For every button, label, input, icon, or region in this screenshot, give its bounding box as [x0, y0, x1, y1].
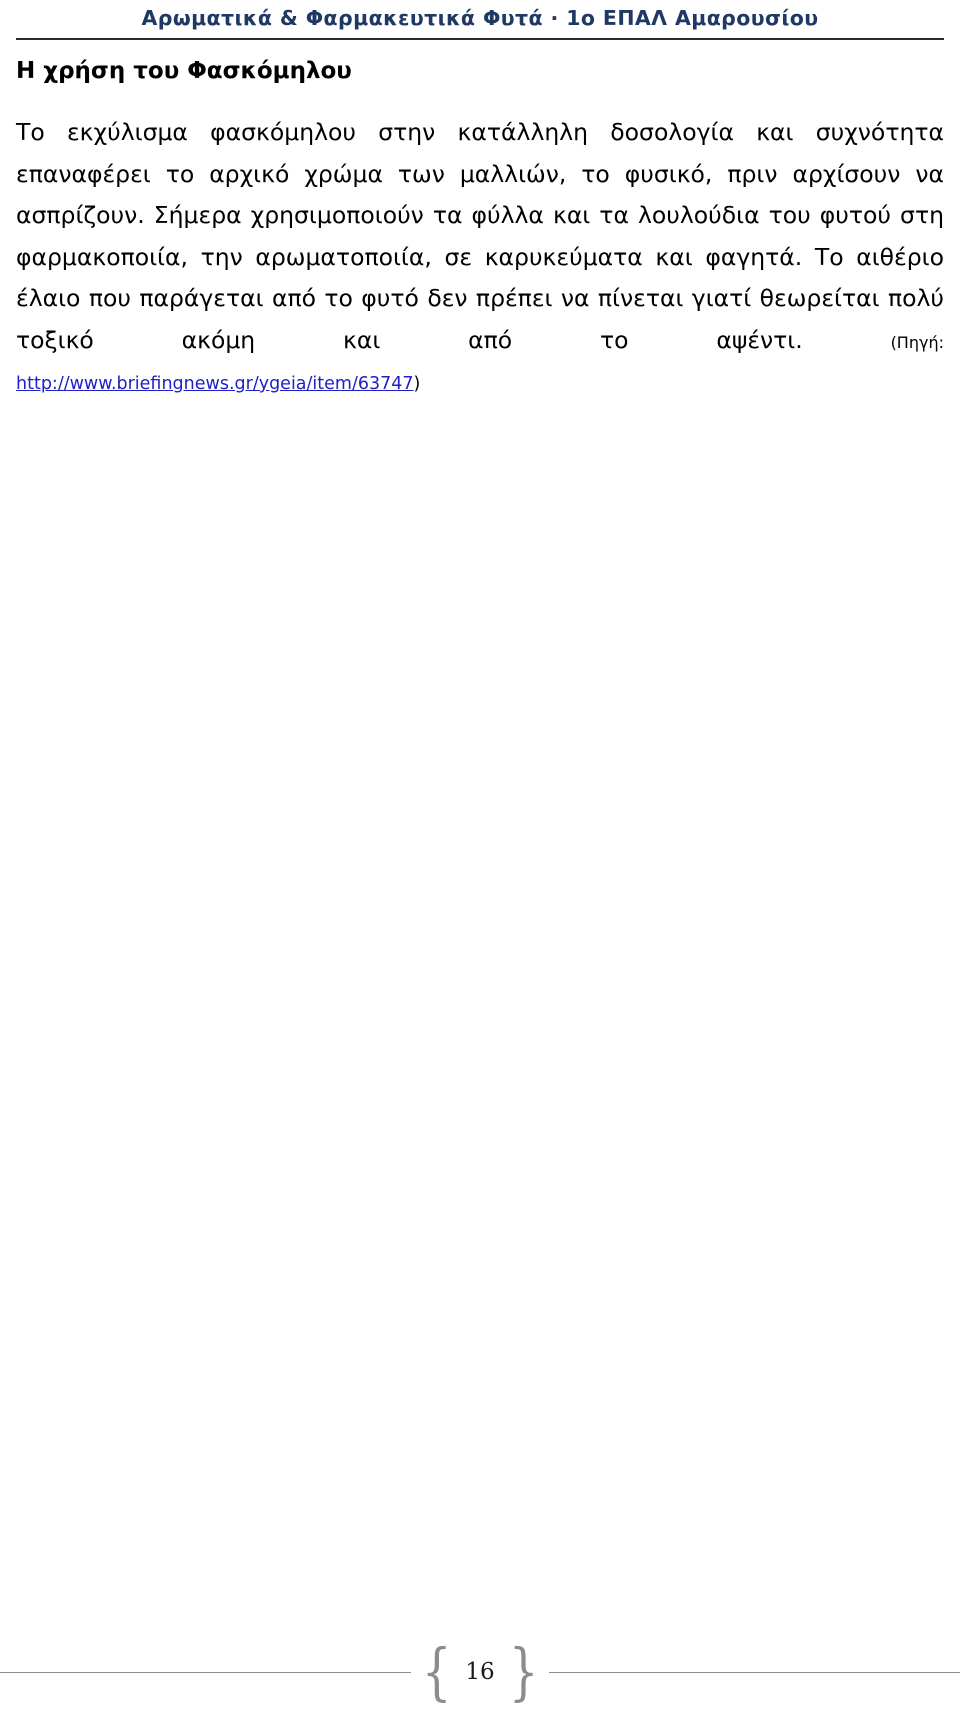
paragraph-text: Το εκχύλισμα φασκόμηλου στην κατάλληλη δ…: [16, 118, 944, 354]
body-paragraph: Το εκχύλισμα φασκόμηλου στην κατάλληλη δ…: [16, 112, 944, 363]
document-page: Αρωματικά & Φαρμακευτικά Φυτά · 1ο ΕΠΑΛ …: [0, 0, 960, 1735]
footer-rule-right: [549, 1671, 960, 1673]
header-divider-rule: [16, 38, 944, 40]
brace-close-glyph: }: [508, 1634, 539, 1708]
section-title: Η χρήση του Φασκόμηλου: [16, 58, 352, 84]
source-label: (Πηγή:: [890, 332, 944, 352]
page-number: 16: [465, 1659, 495, 1685]
running-header-title: Αρωματικά & Φαρμακευτικά Φυτά · 1ο ΕΠΑΛ …: [141, 6, 819, 30]
page-footer: { 16 }: [0, 1639, 960, 1705]
brace-open-glyph: {: [421, 1634, 452, 1708]
source-line: http://www.briefingnews.gr/ygeia/item/63…: [16, 367, 944, 401]
page-content: Η χρήση του Φασκόμηλου Το εκχύλισμα φασκ…: [16, 56, 944, 401]
running-header: Αρωματικά & Φαρμακευτικά Φυτά · 1ο ΕΠΑΛ …: [0, 6, 960, 30]
source-url-link[interactable]: http://www.briefingnews.gr/ygeia/item/63…: [16, 374, 414, 394]
page-number-group: { 16 }: [411, 1634, 550, 1708]
footer-rule-left: [0, 1671, 411, 1673]
source-close-paren: ): [413, 374, 421, 394]
